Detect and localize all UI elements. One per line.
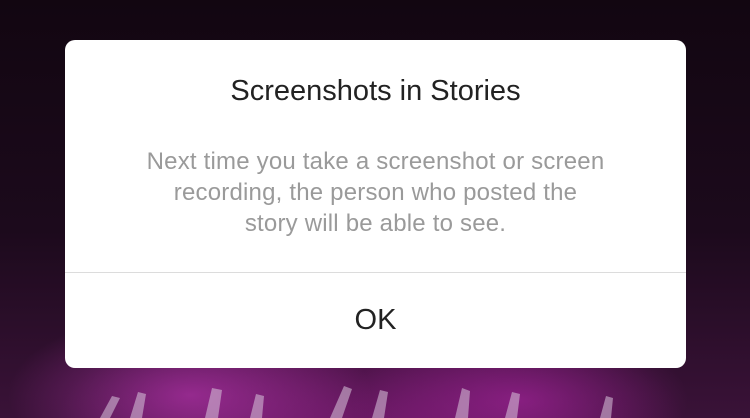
dialog-title: Screenshots in Stories: [230, 75, 521, 107]
dialog-content: Screenshots in Stories Next time you tak…: [65, 40, 686, 272]
ok-button[interactable]: OK: [65, 273, 686, 368]
dialog-message: Next time you take a screenshot or scree…: [146, 148, 605, 237]
screenshot-alert-dialog: Screenshots in Stories Next time you tak…: [65, 40, 686, 368]
